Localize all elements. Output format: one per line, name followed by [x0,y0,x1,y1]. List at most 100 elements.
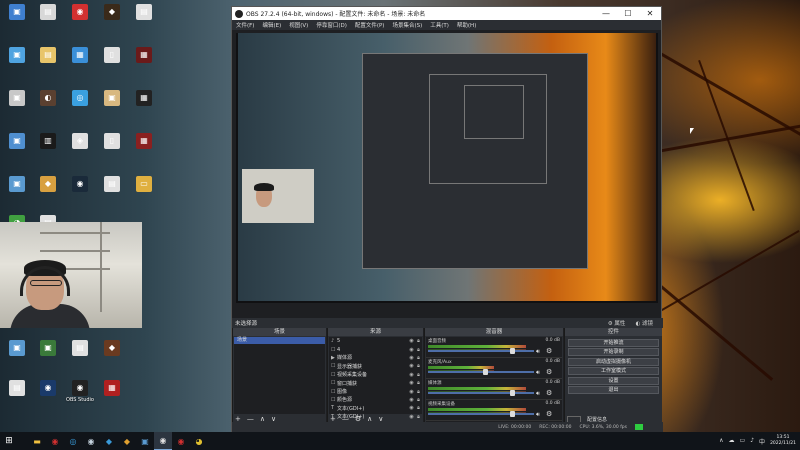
taskbar-steam-icon[interactable]: ◉ [82,432,100,450]
desktop-shortcut[interactable]: ▣ [2,133,32,150]
control-button[interactable]: 设置 [568,376,659,385]
desktop-shortcut[interactable]: ▦ [129,133,159,150]
desktop-shortcut[interactable]: ▣ [33,340,63,357]
track-settings-gear-icon[interactable]: ⚙ [546,368,552,376]
desktop-shortcut[interactable]: ◈ [65,133,95,150]
close-button[interactable]: ✕ [639,7,661,20]
volume-slider-knob[interactable] [510,348,515,354]
source-row[interactable]: ☐ 图像 ◉ 🔒︎ [329,387,422,396]
taskbar-qq-browser-icon[interactable]: ◎ [64,432,82,450]
lock-icon[interactable]: 🔒︎ [415,397,422,403]
lock-icon[interactable]: 🔒︎ [415,389,422,395]
taskbar-battle-net-icon[interactable]: ◆ [100,432,118,450]
taskbar-app-icon[interactable]: ▣ [136,432,154,450]
control-button[interactable]: 工作室模式 [568,367,659,375]
desktop-shortcut[interactable]: ▤ [33,47,63,64]
menu-item[interactable]: 工具(T) [430,21,449,29]
desktop-shortcut[interactable]: ◆ [97,4,127,21]
visibility-eye-icon[interactable]: ◉ [408,405,415,411]
volume-slider-knob[interactable] [510,411,515,417]
desktop-shortcut[interactable]: ▣ [2,47,32,64]
source-row[interactable]: ☐ 视频采集设备 ◉ 🔒︎ [329,371,422,379]
mute-speaker-icon[interactable]: 🔊︎ [536,348,540,356]
visibility-eye-icon[interactable]: ◉ [408,380,415,386]
visibility-eye-icon[interactable]: ◉ [408,347,415,353]
visibility-eye-icon[interactable]: ◉ [408,414,415,420]
visibility-eye-icon[interactable]: ◉ [408,355,415,361]
track-settings-gear-icon[interactable]: ⚙ [546,389,552,397]
volume-slider-knob[interactable] [510,390,515,396]
menu-item[interactable]: 场景集合(S) [392,21,422,29]
desktop-shortcut[interactable]: ▤ [129,4,159,21]
desktop-shortcut[interactable]: ▣ [2,90,32,107]
tray-icon[interactable]: ♪ [750,437,754,446]
scene-item[interactable]: 场景 [234,337,325,344]
menu-item[interactable]: 视图(V) [289,21,308,29]
menu-item[interactable]: 编辑(E) [262,21,281,29]
control-button[interactable]: 开始推流 [568,338,659,347]
desktop-shortcut[interactable]: ▤ [97,176,127,193]
taskbar-netease-mail-icon[interactable]: ◉ [172,432,190,450]
menu-item[interactable]: 文件(F) [236,21,254,29]
filters-button[interactable]: ◐ 滤镜 [635,319,653,327]
desktop-shortcut[interactable]: ▭ [129,176,159,193]
lock-icon[interactable]: 🔒︎ [415,347,422,353]
source-row[interactable]: ☐ 颜色源 ◉ 🔒︎ [329,396,422,404]
menu-item[interactable]: 帮助(H) [457,21,476,29]
taskbar-obs-icon[interactable]: ◉ [154,432,172,450]
lock-icon[interactable]: 🔒︎ [415,363,422,369]
desktop-shortcut[interactable]: ◉ OBS Studio [65,380,95,403]
start-button[interactable]: ⊞ [0,432,18,450]
source-row[interactable]: T 文本(GDI+) ◉ 🔒︎ [329,404,422,412]
desktop-shortcut[interactable]: ▦ [129,47,159,64]
control-button[interactable]: 启动虚拟摄像机 [568,357,659,366]
desktop-shortcut[interactable]: ▤ [65,340,95,357]
desktop-shortcut[interactable]: ◎ [65,90,95,107]
desktop-shortcut[interactable]: ▤ [33,4,63,21]
preview-canvas[interactable] [236,33,658,303]
desktop-shortcut[interactable]: ▣ [97,90,127,107]
desktop-shortcut[interactable]: ▣ [2,176,32,193]
desktop-shortcut[interactable]: ▦ [97,380,127,397]
properties-button[interactable]: ⚙ 属性 [608,319,626,327]
visibility-eye-icon[interactable]: ◉ [408,389,415,395]
source-row[interactable]: ▶ 媒体源 ◉ 🔒︎ [329,354,422,362]
track-settings-gear-icon[interactable]: ⚙ [546,347,552,355]
source-row[interactable]: ☐ 4 ◉ 🔒︎ [329,345,422,353]
lock-icon[interactable]: 🔒︎ [415,338,422,344]
obs-titlebar[interactable]: OBS 27.2.4 (64-bit, windows) - 配置文件: 未命名… [232,7,661,20]
source-row[interactable]: ☐ 显示器捕获 ◉ 🔒︎ [329,362,422,370]
clock[interactable]: 13:51 2022/11/21 [770,435,796,447]
source-row[interactable]: ♪ 5 ◉ 🔒︎ [329,337,422,345]
tray-icon[interactable]: 中 [759,437,765,446]
desktop-shortcut[interactable]: ◉ [65,176,95,193]
volume-slider[interactable] [428,390,534,396]
desktop-shortcut[interactable]: ▣ [2,340,32,357]
desktop-shortcut[interactable]: ◆ [33,176,63,193]
desktop-shortcut[interactable]: ◉ [65,4,95,21]
desktop-shortcut[interactable]: ▯ [97,47,127,64]
volume-slider[interactable] [428,369,534,375]
lock-icon[interactable]: 🔒︎ [415,380,422,386]
minimize-button[interactable]: — [595,7,617,20]
visibility-eye-icon[interactable]: ◉ [408,363,415,369]
desktop-shortcut[interactable]: ▦ [65,47,95,64]
lock-icon[interactable]: 🔒︎ [415,372,422,378]
desktop-shortcut[interactable]: ◉ [33,380,63,397]
desktop-shortcut[interactable]: ▤ [2,380,32,397]
tray-icon[interactable]: ☁ [729,437,735,446]
lock-icon[interactable]: 🔒︎ [415,355,422,361]
visibility-eye-icon[interactable]: ◉ [408,372,415,378]
menu-item[interactable]: 停靠窗口(D) [316,21,347,29]
taskbar-world-of-warcraft-icon[interactable]: ◆ [118,432,136,450]
mute-speaker-icon[interactable]: 🔊︎ [536,390,540,398]
obs-window[interactable]: OBS 27.2.4 (64-bit, windows) - 配置文件: 未命名… [231,6,663,433]
lock-icon[interactable]: 🔒︎ [415,405,422,411]
control-button[interactable]: 退出 [568,386,659,394]
menu-item[interactable]: 配置文件(P) [355,21,385,29]
desktop-shortcut[interactable]: ▦ [129,90,159,107]
desktop-shortcut[interactable]: ◐ [33,90,63,107]
volume-slider-knob[interactable] [483,369,488,375]
control-button[interactable]: 开始录制 [568,348,659,356]
tray-icon[interactable]: ∧ [719,437,723,446]
